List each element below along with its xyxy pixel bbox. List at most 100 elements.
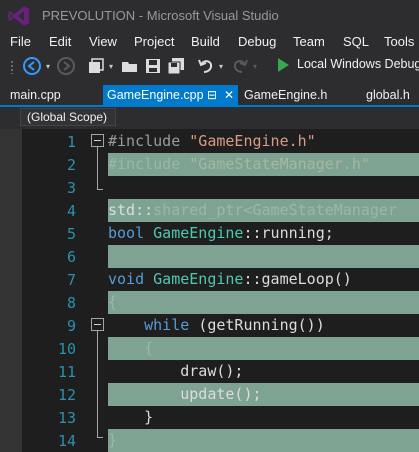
code-line[interactable]: void GameEngine::gameLoop(): [108, 268, 352, 291]
code-line[interactable]: }: [108, 429, 117, 452]
code-token: }: [108, 408, 154, 426]
collapse-includes-icon[interactable]: [91, 134, 104, 147]
line-highlight: [108, 245, 419, 268]
pin-tab-icon[interactable]: ⊟: [207, 85, 217, 105]
scope-dropdown[interactable]: (Global Scope): [20, 108, 116, 126]
tab-global-h[interactable]: global.h: [366, 85, 419, 105]
line-number: 12: [57, 386, 76, 404]
menu-project[interactable]: Project: [134, 34, 174, 49]
code-token: shared_ptr<: [153, 201, 253, 219]
code-line[interactable]: #include "GameEngine.h": [108, 130, 316, 153]
code-token: GameStateManager: [252, 201, 398, 219]
code-token: GameEngine: [153, 224, 244, 242]
code-token: (getRunning()): [198, 316, 325, 334]
menu-build[interactable]: Build: [191, 34, 220, 49]
menu-tools[interactable]: Tools: [384, 34, 414, 49]
outline-line: [97, 146, 98, 190]
line-number: 5: [66, 225, 76, 243]
code-line[interactable]: while (getRunning()): [108, 314, 325, 337]
code-line[interactable]: }: [108, 406, 153, 429]
line-number: 4: [66, 202, 76, 220]
redo-dropdown-icon[interactable]: ▾: [250, 56, 260, 76]
back-dropdown-icon[interactable]: ▾: [43, 56, 53, 76]
code-token: {: [108, 339, 154, 357]
code-token: update();: [108, 385, 262, 403]
line-number: 11: [57, 363, 76, 381]
code-line[interactable]: bool GameEngine::running;: [108, 222, 334, 245]
code-token: #include: [108, 155, 190, 173]
code-editor[interactable]: 1 2 3 4 5 6 7 8 9 10 11 12 13 14 #include "GameEngine…: [0, 129, 419, 452]
indicator-margin[interactable]: [0, 129, 22, 452]
tab-label: GameEngine.cpp: [107, 88, 204, 102]
line-number-margin: 1 2 3 4 5 6 7 8 9 10 11 12 13 14: [22, 129, 80, 452]
redo-icon[interactable]: [230, 56, 250, 76]
code-token: #include: [108, 132, 190, 150]
tab-label: global.h: [366, 88, 410, 102]
code-line[interactable]: {: [108, 337, 153, 360]
open-file-icon[interactable]: [120, 56, 140, 76]
tab-gameengine-h[interactable]: GameEngine.h: [244, 85, 354, 105]
menu-bar: File Edit View Project Build Debug Team …: [0, 32, 419, 52]
line-number: 13: [57, 409, 76, 427]
menu-debug[interactable]: Debug: [238, 34, 276, 49]
line-highlight: [108, 291, 419, 314]
menu-view[interactable]: View: [89, 34, 117, 49]
document-tab-strip: main.cpp GameEngine.cpp ⊟ ✕ GameEngine.h…: [0, 85, 419, 107]
line-highlight: [108, 337, 419, 360]
line-number: 9: [66, 317, 76, 335]
outline-line: [97, 330, 98, 438]
tab-gameengine-cpp[interactable]: GameEngine.cpp ⊟ ✕: [103, 85, 238, 105]
code-token: ::gameLoop(): [243, 270, 352, 288]
line-highlight: [108, 429, 419, 452]
code-token: "GameEngine.h": [189, 132, 316, 150]
line-number: 6: [66, 248, 76, 266]
new-project-icon[interactable]: [86, 56, 106, 76]
close-tab-icon[interactable]: ✕: [224, 85, 234, 105]
menu-sql[interactable]: SQL: [343, 34, 369, 49]
code-token: GameEngine: [153, 270, 244, 288]
navigate-back-icon[interactable]: [22, 56, 42, 76]
menu-edit[interactable]: Edit: [49, 34, 71, 49]
menu-file[interactable]: File: [10, 34, 31, 49]
undo-dropdown-icon[interactable]: ▾: [216, 56, 226, 76]
code-token: draw();: [108, 362, 244, 380]
line-number: 2: [66, 156, 76, 174]
undo-icon[interactable]: [196, 56, 216, 76]
window-title: PREVOLUTION - Microsoft Visual Studio: [42, 8, 279, 23]
outline-end: [97, 437, 103, 438]
line-number: 3: [66, 179, 76, 197]
code-line[interactable]: {: [108, 291, 117, 314]
visual-studio-logo-icon: [8, 6, 29, 26]
code-token: bool: [108, 224, 154, 242]
new-dropdown-icon[interactable]: ▾: [106, 56, 116, 76]
line-number: 14: [57, 432, 76, 450]
line-number: 8: [66, 294, 76, 312]
start-debugging-button[interactable]: Local Windows Debugger: [297, 57, 419, 71]
line-number: 1: [66, 133, 76, 151]
line-number: 10: [57, 340, 76, 358]
code-token: std::: [108, 201, 154, 219]
outline-end: [97, 189, 103, 190]
code-token: {: [108, 293, 118, 311]
code-token: void: [108, 270, 154, 288]
code-token: }: [108, 431, 118, 449]
navigate-forward-icon[interactable]: [56, 56, 76, 76]
save-all-icon[interactable]: [166, 56, 186, 76]
title-bar: PREVOLUTION - Microsoft Visual Studio: [0, 0, 419, 32]
tab-main-cpp[interactable]: main.cpp: [10, 85, 98, 105]
code-token: ::running;: [243, 224, 334, 242]
code-token: "GameStateManager.h": [189, 155, 370, 173]
toolbar-grip[interactable]: [10, 60, 14, 74]
menu-team[interactable]: Team: [293, 34, 325, 49]
code-line[interactable]: #include "GameStateManager.h": [108, 153, 370, 176]
code-line[interactable]: std::shared_ptr<GameStateManager: [108, 199, 397, 222]
save-icon[interactable]: [144, 56, 162, 76]
line-number: 7: [66, 271, 76, 289]
scope-label: (Global Scope): [27, 110, 108, 124]
code-line[interactable]: draw();: [108, 360, 243, 383]
tab-label: GameEngine.h: [244, 88, 328, 102]
code-line[interactable]: update();: [108, 383, 262, 406]
tab-label: main.cpp: [10, 88, 61, 102]
code-token: while: [108, 316, 199, 334]
start-debugging-icon[interactable]: [278, 58, 289, 72]
